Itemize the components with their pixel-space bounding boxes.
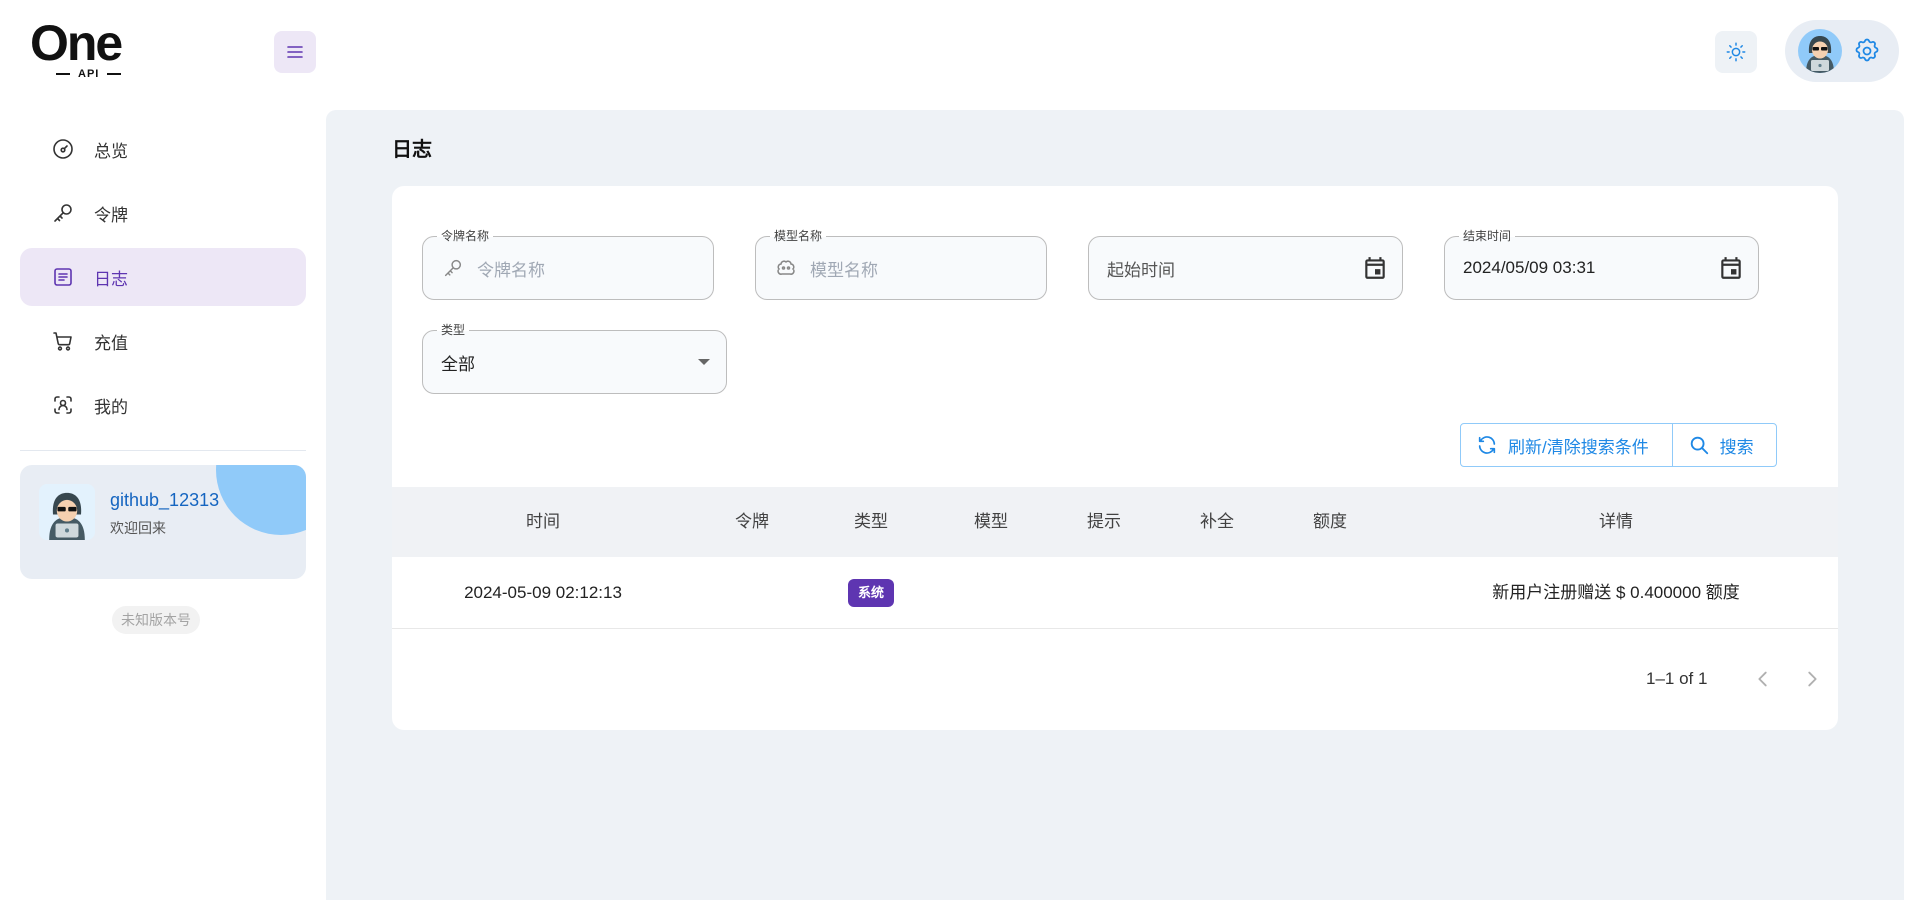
table-header: 时间 令牌 类型 模型 提示 补全 额度 详情 bbox=[392, 487, 1838, 557]
start-time-field[interactable]: 起始时间 bbox=[1088, 236, 1403, 300]
end-time-field[interactable]: 结束时间 2024/05/09 03:31 bbox=[1444, 228, 1759, 300]
chevron-right-icon bbox=[1808, 671, 1817, 687]
model-brain-icon bbox=[774, 256, 798, 280]
next-page-button[interactable] bbox=[1801, 668, 1823, 690]
version-badge: 未知版本号 bbox=[112, 606, 200, 634]
model-name-input[interactable]: 模型名称 bbox=[810, 256, 878, 281]
one-api-logo: One API bbox=[30, 15, 136, 86]
sidebar-item-label: 日志 bbox=[94, 269, 128, 289]
search-button[interactable]: 搜索 bbox=[1673, 424, 1776, 466]
sidebar-item-dashboard[interactable]: 总览 bbox=[20, 120, 306, 178]
shopping-cart-icon bbox=[50, 328, 76, 354]
menu-toggle-button[interactable] bbox=[274, 31, 316, 73]
column-header-prompt[interactable]: 提示 bbox=[1087, 487, 1121, 557]
chevron-left-icon bbox=[1758, 671, 1767, 687]
sidebar-item-label: 我的 bbox=[94, 397, 128, 417]
end-time-input[interactable]: 2024/05/09 03:31 bbox=[1463, 258, 1595, 278]
refresh-clear-label: 刷新/清除搜索条件 bbox=[1508, 437, 1649, 457]
key-icon bbox=[50, 200, 76, 226]
sidebar-item-label: 充值 bbox=[94, 333, 128, 353]
search-icon bbox=[1688, 434, 1710, 456]
type-select-value[interactable]: 全部 bbox=[441, 350, 475, 375]
dropdown-arrow-icon[interactable] bbox=[698, 359, 710, 365]
theme-toggle-button[interactable] bbox=[1715, 31, 1757, 73]
type-badge: 系统 bbox=[848, 579, 894, 607]
article-list-icon bbox=[50, 264, 76, 290]
dashboard-gauge-icon bbox=[50, 136, 76, 162]
column-header-token[interactable]: 令牌 bbox=[735, 487, 769, 557]
key-icon bbox=[441, 256, 465, 280]
token-name-field[interactable]: 令牌名称 令牌名称 bbox=[422, 228, 714, 300]
token-name-input[interactable]: 令牌名称 bbox=[477, 256, 545, 281]
previous-page-button[interactable] bbox=[1752, 668, 1774, 690]
table-row: 2024-05-09 02:12:13 系统 新用户注册赠送 $ 0.40000… bbox=[392, 557, 1838, 629]
refresh-clear-button[interactable]: 刷新/清除搜索条件 bbox=[1461, 424, 1673, 466]
column-header-completion[interactable]: 补全 bbox=[1200, 487, 1234, 557]
settings-button[interactable] bbox=[1853, 37, 1881, 65]
logo-sub-text: API bbox=[48, 68, 129, 80]
cell-detail: 新用户注册赠送 $ 0.400000 额度 bbox=[1492, 583, 1740, 602]
start-time-input[interactable]: 起始时间 bbox=[1107, 256, 1175, 281]
user-card-avatar bbox=[39, 484, 95, 540]
column-header-detail[interactable]: 详情 bbox=[1599, 487, 1633, 557]
end-time-label: 结束时间 bbox=[1459, 228, 1516, 244]
sidebar-item-tokens[interactable]: 令牌 bbox=[20, 184, 306, 242]
hamburger-menu-icon bbox=[287, 46, 303, 58]
gear-icon bbox=[1855, 38, 1879, 62]
avatar[interactable] bbox=[1798, 29, 1842, 73]
sidebar-item-logs[interactable]: 日志 bbox=[20, 248, 306, 306]
page-title: 日志 bbox=[392, 139, 432, 161]
hacker-avatar-icon bbox=[1806, 36, 1834, 73]
sidebar-item-topup[interactable]: 充值 bbox=[20, 312, 306, 370]
calendar-icon[interactable] bbox=[1362, 255, 1388, 281]
cell-time: 2024-05-09 02:12:13 bbox=[464, 583, 622, 602]
column-header-type[interactable]: 类型 bbox=[854, 487, 888, 557]
sidebar-item-label: 令牌 bbox=[94, 205, 128, 225]
type-select[interactable]: 类型 全部 bbox=[422, 322, 727, 394]
user-welcome-text: 欢迎回来 bbox=[110, 520, 166, 536]
pagination-info: 1–1 of 1 bbox=[1646, 669, 1708, 688]
calendar-icon[interactable] bbox=[1718, 255, 1744, 281]
token-name-label: 令牌名称 bbox=[437, 228, 494, 244]
logo-main-text: One bbox=[30, 15, 123, 71]
refresh-icon bbox=[1476, 434, 1498, 456]
user-scan-icon bbox=[50, 392, 76, 418]
user-card-decoration bbox=[216, 465, 306, 535]
action-button-group: 刷新/清除搜索条件 搜索 bbox=[1460, 423, 1777, 467]
hacker-avatar-icon bbox=[49, 492, 85, 540]
type-label: 类型 bbox=[437, 322, 470, 338]
column-header-time[interactable]: 时间 bbox=[526, 487, 560, 557]
search-label: 搜索 bbox=[1719, 437, 1754, 457]
model-name-field[interactable]: 模型名称 模型名称 bbox=[755, 228, 1047, 300]
column-header-quota[interactable]: 额度 bbox=[1313, 487, 1347, 557]
sidebar-item-profile[interactable]: 我的 bbox=[20, 376, 306, 434]
user-name: github_12313 bbox=[110, 490, 220, 510]
model-name-label: 模型名称 bbox=[770, 228, 827, 244]
column-header-model[interactable]: 模型 bbox=[974, 487, 1008, 557]
sidebar-divider bbox=[20, 450, 306, 451]
sidebar-item-label: 总览 bbox=[94, 141, 128, 161]
sun-icon bbox=[1726, 42, 1746, 62]
